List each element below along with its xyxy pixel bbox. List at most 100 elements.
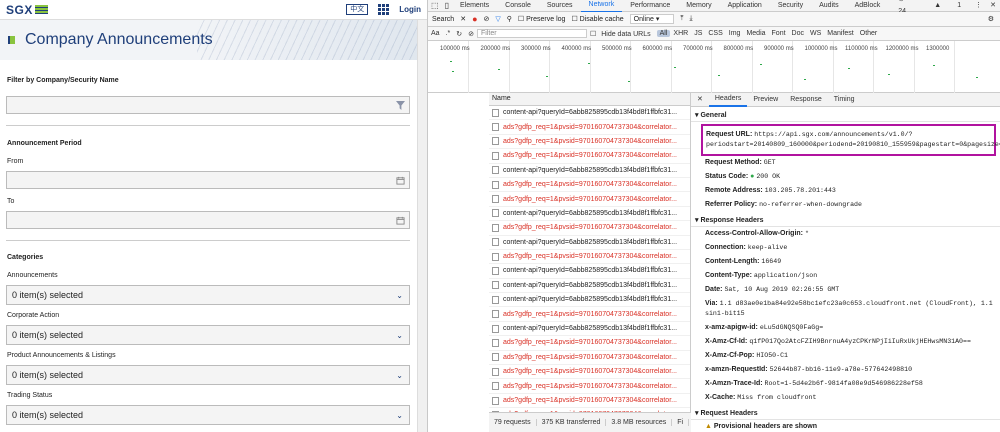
import-icon[interactable]: ⤒ [680, 15, 683, 23]
hide-data-urls-checkbox[interactable]: ☐ Hide data URLs [587, 30, 657, 38]
name-column-header[interactable]: Name [489, 93, 690, 106]
record-icon[interactable]: ● [472, 14, 477, 24]
tab-response[interactable]: Response [784, 93, 828, 106]
request-headers-section-header[interactable]: ▾ Request Headers [691, 405, 1000, 420]
request-row[interactable]: content-api?queryId=6abb825895cdb13f4bd8… [489, 322, 690, 337]
request-row[interactable]: content-api?queryId=6abb825895cdb13f4bd8… [489, 164, 690, 178]
to-date-input[interactable] [6, 211, 410, 229]
tab-sources[interactable]: Sources [539, 0, 581, 12]
clear-icon[interactable]: ⊘ [465, 30, 477, 38]
match-case-toggle[interactable]: Aa [428, 30, 443, 37]
header-value[interactable]: eLu5dGNQSQ0FaGg= [760, 324, 823, 331]
header-value[interactable]: application/json [754, 272, 817, 279]
tab-security[interactable]: Security [770, 0, 811, 12]
disable-cache-checkbox[interactable]: ☐ Disable cache [571, 15, 623, 23]
header-value[interactable]: * [805, 230, 809, 237]
tab-elements[interactable]: Elements [452, 0, 497, 12]
header-value[interactable]: no-referrer-when-downgrade [759, 201, 862, 208]
close-icon[interactable]: ✕ [986, 0, 1000, 12]
type-filter-img[interactable]: Img [726, 30, 744, 37]
export-icon[interactable]: ⤓ [689, 15, 692, 23]
request-row[interactable]: content-api?queryId=6abb825895cdb13f4bd8… [489, 264, 690, 279]
header-value[interactable]: q1fP017Qo2AtcFZIH9BnrnuA4yzCPKrNPjIiIuRx… [749, 338, 971, 345]
tab-performance[interactable]: Performance [622, 0, 678, 12]
type-filter-all[interactable]: All [656, 30, 671, 37]
request-row[interactable]: content-api?queryId=6abb825895cdb13f4bd8… [489, 279, 690, 294]
header-value[interactable]: 52644b87-bb16-11e9-a78e-577642498810 [770, 366, 912, 373]
reload-icon[interactable]: ↻ [453, 30, 465, 38]
request-row[interactable]: ads?gdfp_req=1&pvsid=970160704737304&cor… [489, 307, 690, 322]
general-section-header[interactable]: ▾ General [691, 107, 1000, 122]
search-label[interactable]: Search [432, 16, 454, 23]
language-button[interactable]: 中文 [346, 4, 369, 15]
close-details-icon[interactable]: ✕ [691, 93, 709, 106]
request-row[interactable]: ads?gdfp_req=1&pvsid=970160704737304&cor… [489, 379, 690, 394]
request-row[interactable]: ads?gdfp_req=1&pvsid=970160704737304&cor… [489, 192, 690, 207]
sgx-logo[interactable]: SGX [6, 3, 48, 17]
header-value[interactable]: 16649 [761, 258, 781, 265]
tab-application[interactable]: Application [720, 0, 770, 12]
header-value[interactable]: Root=1-5d4e2b6f-9814fa08e9d546986228ef58 [765, 380, 923, 387]
trading-status-select[interactable]: 0 item(s) selected ⌄ [6, 405, 410, 425]
type-filter-other[interactable]: Other [857, 30, 881, 37]
type-filter-css[interactable]: CSS [705, 30, 725, 37]
type-filter-media[interactable]: Media [743, 30, 768, 37]
apps-grid-icon[interactable] [378, 4, 390, 15]
header-value[interactable]: 103.205.78.201:443 [765, 187, 836, 194]
request-row[interactable]: ads?gdfp_req=1&pvsid=970160704737304&cor… [489, 221, 690, 236]
header-value[interactable]: HIO50-C1 [756, 352, 788, 359]
login-link[interactable]: Login [399, 5, 421, 14]
inspect-icon[interactable]: ⬚ [428, 0, 442, 12]
type-filter-doc[interactable]: Doc [789, 30, 807, 37]
warning-count[interactable]: ▲ 1 [924, 0, 971, 12]
page-scrollbar[interactable] [417, 20, 427, 432]
throttle-select[interactable]: Online ▾ [629, 14, 675, 24]
tab-memory[interactable]: Memory [678, 0, 719, 12]
company-search-input[interactable] [6, 96, 410, 114]
regex-toggle[interactable]: .* [443, 30, 454, 37]
header-value[interactable]: GET [764, 159, 776, 166]
preserve-log-checkbox[interactable]: ☐ Preserve log [518, 15, 566, 23]
tab-headers[interactable]: Headers [708, 92, 748, 107]
device-toolbar-icon[interactable]: ▯ [442, 0, 452, 12]
response-headers-section-header[interactable]: ▾ Response Headers [691, 212, 1000, 227]
header-value[interactable]: keep-alive [748, 244, 788, 251]
search-icon[interactable]: ⚲ [507, 15, 512, 23]
type-filter-js[interactable]: JS [691, 30, 705, 37]
filter-funnel-icon[interactable] [396, 101, 405, 110]
type-filter-font[interactable]: Font [769, 30, 789, 37]
header-value[interactable]: 1.1 d83ae0e1ba84e92e58bc1efc23a0c653.clo… [705, 300, 993, 317]
tab-console[interactable]: Console [497, 0, 539, 12]
request-row[interactable]: content-api?queryId=6abb825895cdb13f4bd8… [489, 293, 690, 308]
request-row[interactable]: ads?gdfp_req=1&pvsid=970160704737304&cor… [489, 178, 690, 193]
product-announcements-select[interactable]: 0 item(s) selected ⌄ [6, 365, 410, 385]
type-filter-manifest[interactable]: Manifest [824, 30, 856, 37]
from-date-input[interactable] [6, 171, 410, 189]
settings-gear-icon[interactable]: ⚙ [988, 15, 994, 23]
type-filter-ws[interactable]: WS [807, 30, 824, 37]
tab-timing[interactable]: Timing [828, 93, 861, 106]
type-filter-xhr[interactable]: XHR [670, 30, 691, 37]
network-timeline-overview[interactable]: 100000 ms 200000 ms 300000 ms 400000 ms 5000… [428, 41, 1000, 93]
header-value[interactable]: Sat, 10 Aug 2019 02:26:55 GMT [724, 286, 839, 293]
tab-adblock[interactable]: AdBlock [847, 0, 889, 12]
request-row[interactable]: ads?gdfp_req=1&pvsid=970160704737304&cor… [489, 365, 690, 380]
close-search-icon[interactable]: ✕ [460, 15, 466, 23]
request-row[interactable]: content-api?queryId=6abb825895cdb13f4bd8… [489, 207, 690, 222]
more-menu-icon[interactable]: ⋮ [971, 0, 986, 12]
tab-audits[interactable]: Audits [811, 0, 846, 12]
request-row[interactable]: ads?gdfp_req=1&pvsid=970160704737304&cor… [489, 250, 690, 265]
filter-input[interactable]: Filter [476, 29, 587, 38]
filter-icon[interactable]: ▽ [495, 15, 500, 23]
request-row[interactable]: ads?gdfp_req=1&pvsid=970160704737304&cor… [489, 336, 690, 351]
header-value[interactable]: 200 OK [756, 173, 780, 180]
corporate-action-select[interactable]: 0 item(s) selected ⌄ [6, 325, 410, 345]
request-row[interactable]: content-api?queryId=6abb825895cdb13f4bd8… [489, 236, 690, 250]
request-row[interactable]: ads?gdfp_req=1&pvsid=970160704737304&cor… [489, 351, 690, 366]
request-row[interactable]: ads?gdfp_req=1&pvsid=970160704737304&cor… [489, 394, 690, 409]
calendar-icon[interactable] [396, 176, 405, 185]
tab-preview[interactable]: Preview [747, 93, 784, 106]
clear-icon[interactable]: ⊘ [484, 15, 490, 23]
announcements-select[interactable]: 0 item(s) selected ⌄ [6, 285, 410, 305]
request-row[interactable]: ads?gdfp_req=1&pvsid=970160704737304&cor… [489, 149, 690, 164]
